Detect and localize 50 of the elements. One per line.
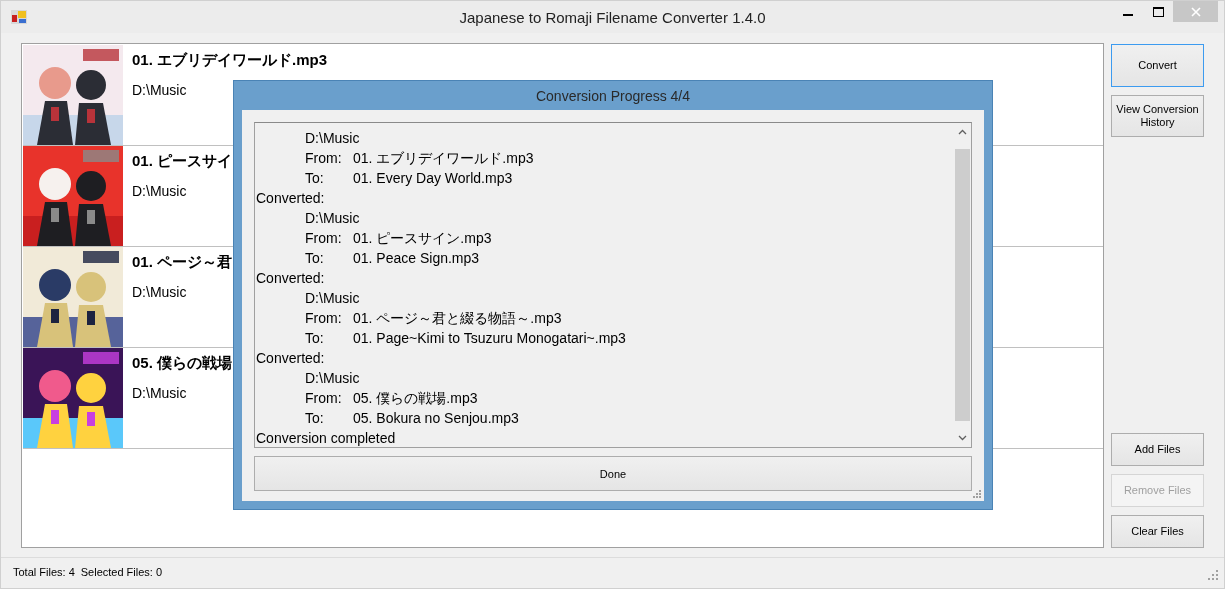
history-button[interactable]: View Conversion History [1111, 95, 1204, 137]
dialog-title: Conversion Progress 4/4 [534, 87, 692, 106]
log-filename: 01. Peace Sign.mp3 [353, 249, 480, 268]
done-button[interactable]: Done [254, 456, 972, 491]
file-name: 01. エブリデイワールド.mp3 [132, 51, 328, 69]
window-title: Japanese to Romaji Filename Converter 1.4.0 [459, 9, 766, 26]
resize-grip-icon [973, 490, 981, 498]
log-label: To: [305, 169, 325, 188]
log-label: From: [305, 229, 343, 248]
log-label: From: [305, 309, 343, 328]
file-name: 01. ピースサイ [132, 152, 233, 170]
log-filename: 05. Bokura no Senjou.mp3 [353, 409, 519, 428]
resize-grip-icon [1208, 570, 1218, 580]
log-path: D:\Music [305, 369, 360, 388]
file-action-button[interactable]: Clear Files [1111, 515, 1204, 548]
log-path: D:\Music [305, 209, 360, 228]
log-filename: 01. Page~Kimi to Tsuzuru Monogatari~.mp3 [353, 329, 626, 348]
file-name: 05. 僕らの戦場 [132, 354, 233, 372]
convert-button[interactable]: Convert [1111, 44, 1204, 87]
log-label: From: [305, 149, 343, 168]
log-label: To: [305, 249, 325, 268]
log-label: To: [305, 409, 325, 428]
log-heading: Converted: [256, 349, 325, 368]
log-heading: Conversion completed [256, 429, 396, 448]
scroll-thumb[interactable] [955, 149, 970, 421]
file-path: D:\Music [132, 81, 188, 99]
log-label: From: [305, 389, 343, 408]
log-filename: 01. ページ～君と綴る物語～.mp3 [353, 309, 562, 328]
maximize-icon[interactable] [1152, 6, 1164, 17]
file-path: D:\Music [132, 283, 188, 301]
file-list[interactable] [21, 43, 1104, 548]
file-path: D:\Music [132, 182, 188, 200]
log-filename: 05. 僕らの戦場.mp3 [353, 389, 478, 408]
log-path: D:\Music [305, 129, 360, 148]
file-name: 01. ページ～君 [132, 253, 233, 271]
log-label: To: [305, 329, 325, 348]
scroll-down-icon[interactable] [958, 435, 967, 441]
file-path: D:\Music [132, 384, 188, 402]
log-heading: Converted: [256, 269, 325, 288]
selected-files-count: Selected Files: 0 [80, 566, 163, 578]
log-filename: 01. Every Day World.mp3 [353, 169, 513, 188]
log-heading: Converted: [256, 189, 325, 208]
scroll-up-icon[interactable] [958, 129, 967, 135]
log-filename: 01. エブリデイワールド.mp3 [353, 149, 534, 168]
log-path: D:\Music [305, 289, 360, 308]
app-icon [11, 10, 27, 24]
log-box[interactable] [254, 122, 972, 448]
total-files-count: Total Files: 4 [13, 566, 75, 578]
log-filename: 01. ピースサイン.mp3 [353, 229, 492, 248]
file-action-button[interactable]: Add Files [1111, 433, 1204, 466]
